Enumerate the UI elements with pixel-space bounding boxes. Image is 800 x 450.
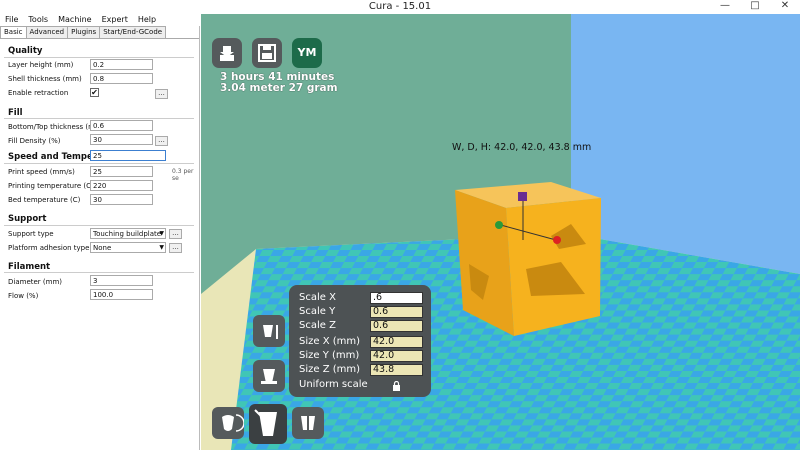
bottom-top-input[interactable]: 0.6 xyxy=(90,120,153,131)
divider xyxy=(4,272,194,273)
print-speed-input[interactable]: 25 xyxy=(90,166,153,177)
divider xyxy=(4,118,194,119)
menu-machine[interactable]: Machine xyxy=(53,14,97,26)
uniform-scale-label: Uniform scale xyxy=(299,379,368,390)
settings-panel: Basic Advanced Plugins Start/End-GCode Q… xyxy=(0,26,200,450)
size-x-label: Size X (mm) xyxy=(299,336,361,347)
bed-temp-input[interactable]: 30 xyxy=(90,194,153,205)
mirror-tool-button[interactable] xyxy=(292,407,324,439)
size-z-label: Size Z (mm) xyxy=(299,364,361,375)
support-settings-button[interactable]: ... xyxy=(169,229,182,239)
layer-height-input[interactable]: 0.2 xyxy=(90,59,153,70)
load-model-button[interactable] xyxy=(212,38,242,68)
adhesion-label: Platform adhesion type xyxy=(8,244,90,252)
menu-tools[interactable]: Tools xyxy=(23,14,53,26)
scale-z-label: Scale Z xyxy=(299,320,336,331)
scale-tool-button[interactable] xyxy=(249,404,287,444)
model-cube[interactable] xyxy=(455,182,601,336)
tab-basic[interactable]: Basic xyxy=(0,26,27,38)
retraction-label: Enable retraction xyxy=(8,89,69,97)
size-y-input[interactable]: 42.0 xyxy=(370,350,423,362)
minimize-icon[interactable]: — xyxy=(710,0,740,14)
fill-density-input[interactable]: 30 xyxy=(90,134,153,145)
layer-height-label: Layer height (mm) xyxy=(8,61,74,69)
shell-thickness-input[interactable]: 0.8 xyxy=(90,73,153,84)
print-estimate: 3 hours 41 minutes 3.04 meter 27 gram xyxy=(220,72,338,94)
section-filament: Filament xyxy=(8,262,51,272)
support-type-value: Touching buildplate xyxy=(93,230,162,238)
speed-focused-input[interactable]: 25 xyxy=(90,150,166,161)
tab-plugins[interactable]: Plugins xyxy=(67,26,101,38)
size-y-label: Size Y (mm) xyxy=(299,350,360,361)
divider xyxy=(4,225,194,226)
right-wall xyxy=(571,14,800,274)
maximize-icon[interactable]: □ xyxy=(740,0,770,14)
scale-x-input[interactable]: .6 xyxy=(370,292,423,304)
youmagine-button[interactable]: YM xyxy=(292,38,322,68)
lock-icon[interactable] xyxy=(392,380,401,391)
fill-density-label: Fill Density (%) xyxy=(8,137,61,145)
save-button[interactable] xyxy=(252,38,282,68)
adhesion-settings-button[interactable]: ... xyxy=(169,243,182,253)
section-support: Support xyxy=(8,214,47,224)
title-bar: Cura - 15.01 — □ ✕ xyxy=(0,0,800,14)
chevron-down-icon: ▼ xyxy=(159,244,164,251)
close-icon[interactable]: ✕ xyxy=(770,0,800,14)
tab-advanced[interactable]: Advanced xyxy=(25,26,69,38)
model-dimensions: W, D, H: 42.0, 42.0, 43.8 mm xyxy=(452,142,592,153)
scale-y-input[interactable]: 0.6 xyxy=(370,306,423,318)
retraction-checkbox[interactable]: ✔ xyxy=(90,88,99,97)
adhesion-value: None xyxy=(93,244,112,252)
menu-help[interactable]: Help xyxy=(133,14,161,26)
section-fill: Fill xyxy=(8,108,23,118)
reset-scale-icon xyxy=(261,369,277,384)
chevron-down-icon: ▼ xyxy=(159,230,164,237)
settings-tabs: Basic Advanced Plugins Start/End-GCode xyxy=(0,26,167,38)
adhesion-select[interactable]: None ▼ xyxy=(90,242,166,253)
menu-expert[interactable]: Expert xyxy=(97,14,133,26)
print-temp-label: Printing temperature (C) xyxy=(8,182,94,190)
size-x-input[interactable]: 42.0 xyxy=(370,336,423,348)
load-icon xyxy=(220,46,234,61)
rotate-tool-button[interactable] xyxy=(212,407,245,439)
diameter-label: Diameter (mm) xyxy=(8,278,63,286)
shell-thickness-label: Shell thickness (mm) xyxy=(8,75,82,83)
scale-max-icon xyxy=(263,325,278,339)
reset-scale-button[interactable] xyxy=(253,360,285,392)
size-z-input[interactable]: 43.8 xyxy=(370,364,423,376)
flow-input[interactable]: 100.0 xyxy=(90,289,153,300)
tab-start-end-gcode[interactable]: Start/End-GCode xyxy=(99,26,167,38)
scale-z-input[interactable]: 0.6 xyxy=(370,320,423,332)
flow-label: Flow (%) xyxy=(8,292,39,300)
scale-x-label: Scale X xyxy=(299,292,336,303)
scale-tool-icon xyxy=(254,409,277,436)
retraction-settings-button[interactable]: ... xyxy=(155,89,168,99)
divider xyxy=(4,163,194,164)
fill-settings-button[interactable]: ... xyxy=(155,136,168,146)
tooltip-fragment: 0.3 per se xyxy=(172,168,194,182)
bed-temp-label: Bed temperature (C) xyxy=(8,196,81,204)
rotate-icon xyxy=(222,414,245,432)
print-temp-input[interactable]: 220 xyxy=(90,180,153,191)
menu-file[interactable]: File xyxy=(0,14,23,26)
support-type-label: Support type xyxy=(8,230,54,238)
scale-y-label: Scale Y xyxy=(299,306,336,317)
section-quality: Quality xyxy=(8,46,43,56)
scale-panel: Scale X .6 Scale Y 0.6 Scale Z 0.6 Size … xyxy=(289,285,431,397)
menu-bar: File Tools Machine Expert Help xyxy=(0,14,200,26)
window-title: Cura - 15.01 xyxy=(368,1,432,12)
print-speed-label: Print speed (mm/s) xyxy=(8,168,75,176)
eta-material: 3.04 meter 27 gram xyxy=(220,82,338,94)
diameter-input[interactable]: 3 xyxy=(90,275,153,286)
divider xyxy=(4,57,194,58)
scale-max-button[interactable] xyxy=(253,315,285,347)
tab-divider xyxy=(0,38,199,39)
mirror-icon xyxy=(301,416,315,430)
support-type-select[interactable]: Touching buildplate ▼ xyxy=(90,228,166,239)
save-icon xyxy=(258,44,276,62)
